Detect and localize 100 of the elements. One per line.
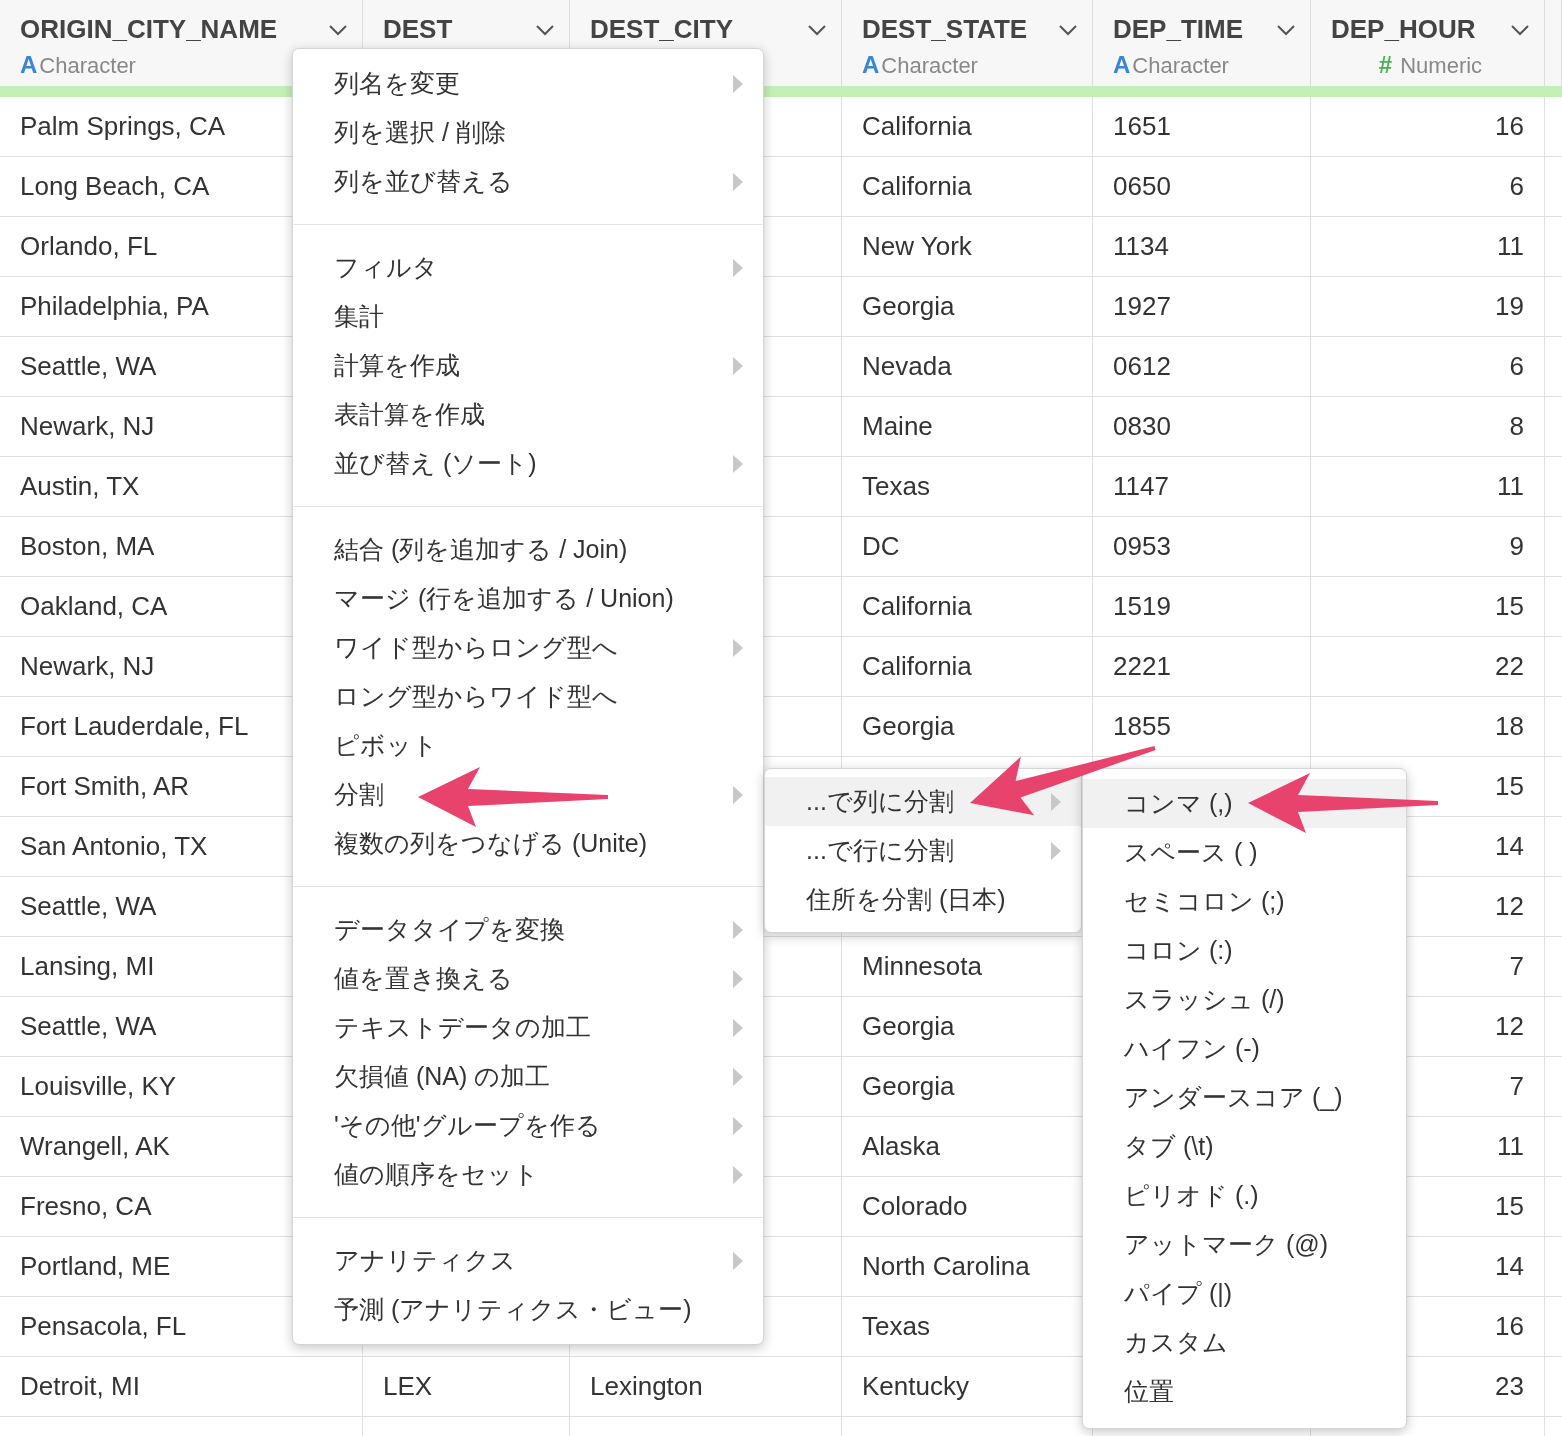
submenu-arrow-icon (733, 1251, 743, 1270)
table-cell: California (862, 111, 972, 142)
table-cell: San Antonio, TX (20, 831, 208, 862)
menu-item[interactable]: スペース ( ) (1083, 828, 1406, 877)
menu-item[interactable]: 列を選択 / 削除 (293, 108, 763, 157)
table-cell: Fresno, CA (20, 1191, 152, 1222)
menu-item[interactable]: カスタム (1083, 1318, 1406, 1367)
table-cell: 8 (1509, 411, 1524, 442)
table-cell: 16 (1495, 1311, 1524, 1342)
column-name: DEST_STATE (862, 14, 1028, 45)
table-cell: Palm Springs, CA (20, 111, 226, 142)
menu-item[interactable]: アンダースコア (_) (1083, 1073, 1406, 1122)
menu-item[interactable]: ピボット (293, 721, 763, 770)
menu-item[interactable]: ハイフン (-) (1083, 1024, 1406, 1073)
table-cell: 0830 (1113, 411, 1171, 442)
menu-item[interactable]: マージ (行を追加する / Union) (293, 574, 763, 623)
column-name: DEST_CITY (590, 14, 734, 45)
table-cell: Georgia (862, 291, 955, 322)
table-cell: Fort Smith, AR (20, 771, 190, 802)
menu-item[interactable]: テキストデータの加工 (293, 1003, 763, 1052)
menu-item[interactable]: ワイド型からロング型へ (293, 623, 763, 672)
table-cell: Wrangell, AK (20, 1131, 170, 1162)
table-cell: Louisville, KY (20, 1071, 177, 1102)
table-cell: 15 (1495, 591, 1524, 622)
menu-item[interactable]: コロン (:) (1083, 926, 1406, 975)
table-cell: 9 (1509, 531, 1524, 562)
table-cell: Portland, ME (20, 1251, 171, 1282)
table-cell: Texas (862, 471, 930, 502)
menu-item[interactable]: ピリオド (.) (1083, 1171, 1406, 1220)
menu-item[interactable]: 結合 (列を追加する / Join) (293, 525, 763, 574)
submenu-arrow-icon (733, 785, 743, 804)
type-label: Character (1132, 53, 1229, 79)
menu-item[interactable]: 欠損値 (NA) の加工 (293, 1052, 763, 1101)
menu-item[interactable]: 表計算を作成 (293, 390, 763, 439)
table-cell: 12 (1495, 1011, 1524, 1042)
table-cell: New York (862, 231, 972, 262)
table-cell: 0650 (1113, 171, 1171, 202)
table-cell: 16 (1495, 111, 1524, 142)
menu-item[interactable]: 分割 (293, 770, 763, 819)
table-cell: Austin, TX (20, 471, 140, 502)
menu-item[interactable]: アナリティクス (293, 1236, 763, 1285)
table-cell: Fort Lauderdale, FL (20, 711, 249, 742)
submenu-arrow-icon (733, 74, 743, 93)
chevron-down-icon[interactable] (328, 23, 348, 36)
menu-item[interactable]: 'その他'グループを作る (293, 1101, 763, 1150)
menu-item[interactable]: スラッシュ (/) (1083, 975, 1406, 1024)
submenu-arrow-icon (1051, 841, 1061, 860)
chevron-down-icon[interactable] (1276, 23, 1296, 36)
submenu-arrow-icon (733, 1116, 743, 1135)
menu-item[interactable]: データタイプを変換 (293, 905, 763, 954)
table-cell: Detroit, MI (20, 1371, 140, 1402)
menu-item[interactable]: 並び替え (ソート) (293, 439, 763, 488)
table-cell: 6 (1509, 171, 1524, 202)
menu-item[interactable]: 予測 (アナリティクス・ビュー) (293, 1285, 763, 1334)
table-cell: Boston, MA (20, 531, 155, 562)
table-cell: Kentucky (862, 1371, 969, 1402)
menu-item[interactable]: ロング型からワイド型へ (293, 672, 763, 721)
table-cell: 1134 (1113, 231, 1169, 262)
submenu-arrow-icon (733, 638, 743, 657)
menu-item[interactable]: 列を並び替える (293, 157, 763, 206)
table-cell: Long Beach, CA (20, 171, 210, 202)
table-cell: Alaska (862, 1131, 941, 1162)
menu-item[interactable]: ...で行に分割 (765, 826, 1081, 875)
column-name: DEP_TIME (1113, 14, 1244, 45)
menu-item[interactable]: 住所を分割 (日本) (765, 875, 1081, 924)
table-cell: Colorado (862, 1191, 968, 1222)
menu-item[interactable]: 集計 (293, 292, 763, 341)
chevron-down-icon[interactable] (1510, 23, 1530, 36)
table-cell: 2221 (1113, 651, 1171, 682)
chevron-down-icon[interactable] (535, 23, 555, 36)
table-cell: 1927 (1113, 291, 1171, 322)
menu-item[interactable]: 値を置き換える (293, 954, 763, 1003)
submenu-arrow-icon (1051, 792, 1061, 811)
table-cell: 12 (1495, 891, 1524, 922)
menu-item[interactable]: フィルタ (293, 243, 763, 292)
table-cell: 14 (1495, 831, 1524, 862)
submenu-arrow-icon (733, 1067, 743, 1086)
menu-item[interactable]: タブ (\t) (1083, 1122, 1406, 1171)
submenu-arrow-icon (733, 172, 743, 191)
table-cell: LEX (383, 1371, 433, 1402)
table-cell: 1519 (1113, 591, 1171, 622)
menu-item[interactable]: 値の順序をセット (293, 1150, 763, 1199)
table-cell: 18 (1495, 711, 1524, 742)
table-cell: Newark, NJ (20, 651, 155, 682)
menu-item[interactable]: セミコロン (;) (1083, 877, 1406, 926)
chevron-down-icon[interactable] (807, 23, 827, 36)
table-cell: Georgia (862, 1011, 955, 1042)
menu-item[interactable]: アットマーク (@) (1083, 1220, 1406, 1269)
type-icon: A (862, 51, 880, 79)
table-cell: Seattle, WA (20, 351, 157, 382)
table-cell: Orlando, FL (20, 231, 158, 262)
menu-item[interactable]: 複数の列をつなげる (Unite) (293, 819, 763, 868)
menu-item[interactable]: パイプ (|) (1083, 1269, 1406, 1318)
menu-item[interactable]: 計算を作成 (293, 341, 763, 390)
menu-item[interactable]: 位置 (1083, 1367, 1406, 1416)
table-cell: California (862, 651, 972, 682)
chevron-down-icon[interactable] (1058, 23, 1078, 36)
table-cell: 1855 (1113, 711, 1171, 742)
submenu-arrow-icon (733, 258, 743, 277)
table-cell: 11 (1497, 1131, 1524, 1162)
